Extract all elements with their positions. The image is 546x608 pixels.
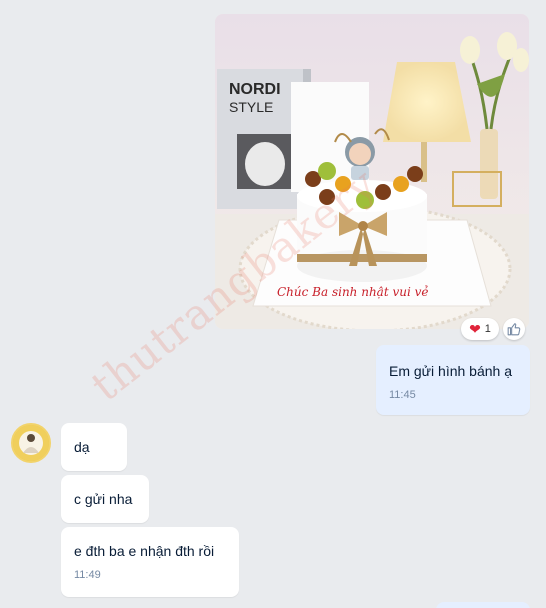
book-subtitle-text: STYLE	[229, 99, 273, 115]
avatar-image	[13, 425, 49, 461]
message-bubble-sent-partial[interactable]	[436, 602, 530, 608]
message-bubble-received[interactable]: dạ	[61, 423, 127, 471]
message-bubble-received[interactable]: e đth ba e nhận đth rồi 11:49	[61, 527, 239, 597]
message-text: e đth ba e nhận đth rồi	[74, 543, 215, 559]
message-text: c gửi nha	[74, 491, 133, 507]
thumbs-up-icon	[507, 323, 521, 336]
cake-photo-illustration: NORDI STYLE Chúc Ba sinh nhật vui vẻ	[215, 14, 529, 329]
message-bubble-received[interactable]: c gửi nha	[61, 475, 149, 523]
avatar[interactable]	[11, 423, 51, 463]
like-button[interactable]	[503, 318, 525, 340]
message-text: dạ	[74, 439, 90, 455]
message-bubble-sent[interactable]: Em gửi hình bánh ạ 11:45	[376, 345, 530, 415]
cake-inscription: Chúc Ba sinh nhật vui vẻ	[277, 285, 429, 299]
message-text: Em gửi hình bánh ạ	[389, 363, 513, 379]
reaction-count: 1	[484, 323, 491, 335]
heart-icon: ❤	[469, 321, 481, 337]
message-time: 11:49	[74, 569, 101, 581]
reaction-summary[interactable]: ❤ 1	[461, 318, 499, 340]
cake-photo[interactable]: NORDI STYLE Chúc Ba sinh nhật vui vẻ	[215, 14, 529, 329]
message-time: 11:45	[389, 389, 416, 401]
book-title-text: NORDI	[229, 81, 281, 98]
